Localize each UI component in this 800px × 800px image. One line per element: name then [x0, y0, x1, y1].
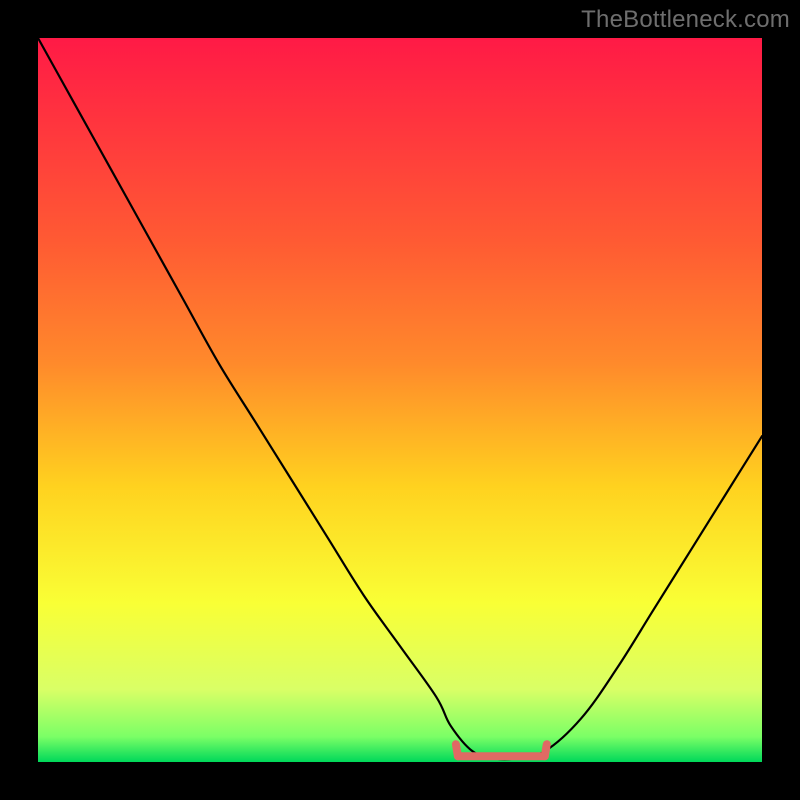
watermark-text: TheBottleneck.com [581, 6, 790, 34]
optimal-range-tick-left [456, 744, 458, 756]
chart-container: TheBottleneck.com [0, 0, 800, 800]
plot-background [38, 38, 762, 762]
optimal-range-tick-right [545, 744, 547, 756]
bottleneck-chart [0, 0, 800, 800]
